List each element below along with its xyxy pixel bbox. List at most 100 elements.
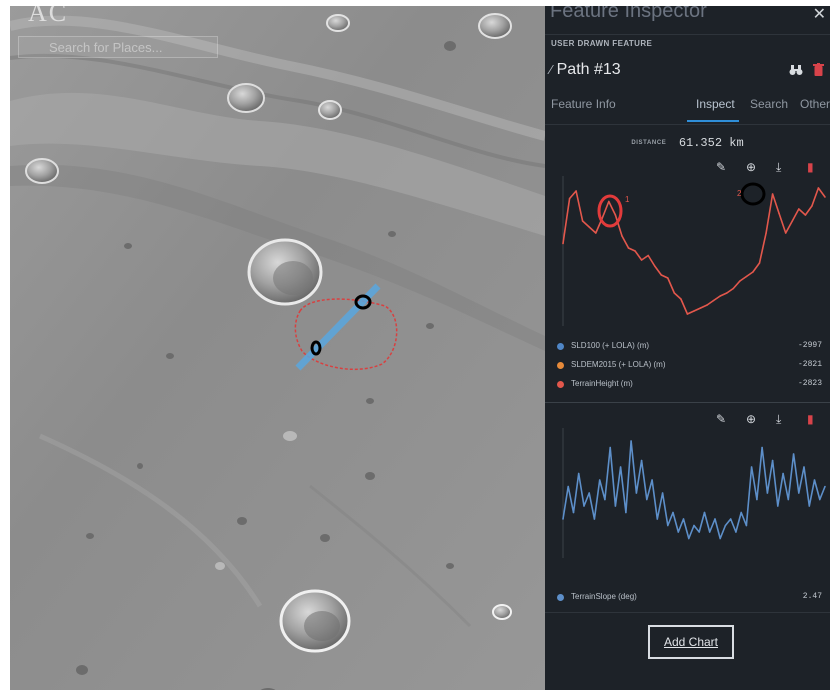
data-point xyxy=(824,485,826,488)
legend-dot xyxy=(557,594,564,601)
divider xyxy=(545,612,830,613)
data-point xyxy=(621,235,623,237)
map-view[interactable]: AC Search for Places... xyxy=(10,6,545,690)
data-point xyxy=(630,440,632,442)
data-point xyxy=(598,479,601,481)
data-point xyxy=(667,524,669,527)
data-point xyxy=(758,262,761,264)
legend-row: TerrainHeight (m) -2823 xyxy=(557,378,822,397)
data-point xyxy=(745,524,748,527)
data-point xyxy=(672,511,674,514)
data-point xyxy=(750,466,753,468)
elevation-chart-card: ✎ ⊕ ⤓ ▮ 12 SLD100 (+ LOLA) (m) -2997 SLD… xyxy=(545,156,830,401)
series-line xyxy=(562,187,826,315)
inspector-tabs: Feature Info Inspect Search Other xyxy=(545,94,830,124)
data-point xyxy=(595,232,597,234)
legend-value: 2.47 xyxy=(802,592,822,601)
data-point xyxy=(819,498,821,501)
data-point xyxy=(588,492,590,494)
data-point xyxy=(588,226,590,228)
app-window: AC Search for Places... Feature Inspecto… xyxy=(10,6,830,690)
data-point xyxy=(708,531,711,533)
data-point xyxy=(575,190,577,192)
data-point xyxy=(729,518,732,520)
data-point xyxy=(726,292,728,294)
feature-name[interactable]: ⁄ Path #13 xyxy=(550,61,621,79)
lunar-surface-map[interactable] xyxy=(10,6,545,690)
data-point xyxy=(803,466,805,468)
data-point xyxy=(811,205,813,207)
delete-feature-icon[interactable] xyxy=(813,63,824,79)
data-point xyxy=(765,232,767,234)
data-point xyxy=(634,250,636,252)
distance-value: 61.352 km xyxy=(678,135,744,150)
data-point xyxy=(756,498,758,501)
legend-name: TerrainSlope (deg) xyxy=(571,592,637,601)
data-point xyxy=(627,247,630,249)
data-point xyxy=(792,453,795,455)
slope-legend: TerrainSlope (deg) 2.47 xyxy=(557,591,822,610)
data-point xyxy=(609,446,611,449)
data-point xyxy=(706,304,708,306)
data-point xyxy=(583,505,585,507)
pencil-icon: ⁄ xyxy=(550,62,553,77)
legend-dot xyxy=(557,381,564,388)
binoculars-icon[interactable] xyxy=(789,64,803,79)
data-point xyxy=(667,277,669,279)
legend-row: SLDEM2015 (+ LOLA) (m) -2821 xyxy=(557,359,822,378)
legend-value: -2997 xyxy=(797,341,822,350)
data-point xyxy=(619,466,622,468)
data-point xyxy=(787,498,790,501)
data-point xyxy=(688,537,690,540)
data-point xyxy=(656,518,659,520)
search-input[interactable]: Search for Places... xyxy=(18,36,218,58)
slope-profile-chart[interactable] xyxy=(545,408,830,568)
elevation-legend: SLD100 (+ LOLA) (m) -2997 SLDEM2015 (+ L… xyxy=(557,340,822,397)
legend-row: SLD100 (+ LOLA) (m) -2997 xyxy=(557,340,822,359)
add-chart-button[interactable]: Add Chart xyxy=(648,625,734,659)
close-icon[interactable]: ✕ xyxy=(813,6,826,24)
tab-other[interactable]: Other xyxy=(800,97,830,111)
data-point xyxy=(608,200,610,203)
panel-title: Feature Inspector xyxy=(550,6,707,22)
data-point xyxy=(699,307,702,309)
data-point xyxy=(782,472,784,475)
data-point xyxy=(647,254,649,257)
data-point xyxy=(568,197,571,200)
data-point xyxy=(698,531,700,533)
data-point xyxy=(703,511,706,514)
panel-subtitle: USER DRAWN FEATURE xyxy=(551,39,653,48)
data-point xyxy=(784,232,787,234)
data-point xyxy=(593,518,596,520)
app-logo-text: AC xyxy=(28,6,69,27)
data-point xyxy=(673,292,676,294)
marker-label: 2 xyxy=(737,189,742,198)
active-tab-indicator xyxy=(687,120,739,122)
data-point xyxy=(640,459,643,462)
legend-name: SLDEM2015 (+ LOLA) (m) xyxy=(571,360,666,369)
annotation-circle xyxy=(597,194,623,228)
legend-value: -2823 xyxy=(797,379,822,388)
divider xyxy=(545,124,830,125)
data-point xyxy=(813,479,816,481)
marker-label: 1 xyxy=(625,195,630,204)
data-point xyxy=(693,310,695,312)
data-point xyxy=(682,518,685,520)
slope-chart-card: ✎ ⊕ ⤓ ▮ TerrainSlope (deg) 2.47 xyxy=(545,408,830,608)
legend-dot xyxy=(557,343,564,350)
legend-row: TerrainSlope (deg) 2.47 xyxy=(557,591,822,610)
data-point xyxy=(714,518,716,520)
data-point xyxy=(604,498,606,501)
data-point xyxy=(677,531,680,533)
data-point xyxy=(572,511,575,514)
data-point xyxy=(562,242,564,245)
tab-search[interactable]: Search xyxy=(750,97,788,111)
tab-inspect[interactable]: Inspect xyxy=(696,97,735,111)
elevation-profile-chart[interactable]: 12 xyxy=(545,156,830,336)
data-point xyxy=(808,505,811,507)
tab-feature-info[interactable]: Feature Info xyxy=(551,97,616,111)
data-point xyxy=(771,193,774,195)
data-point xyxy=(732,287,735,290)
data-point xyxy=(651,479,653,481)
series-line xyxy=(562,187,826,315)
